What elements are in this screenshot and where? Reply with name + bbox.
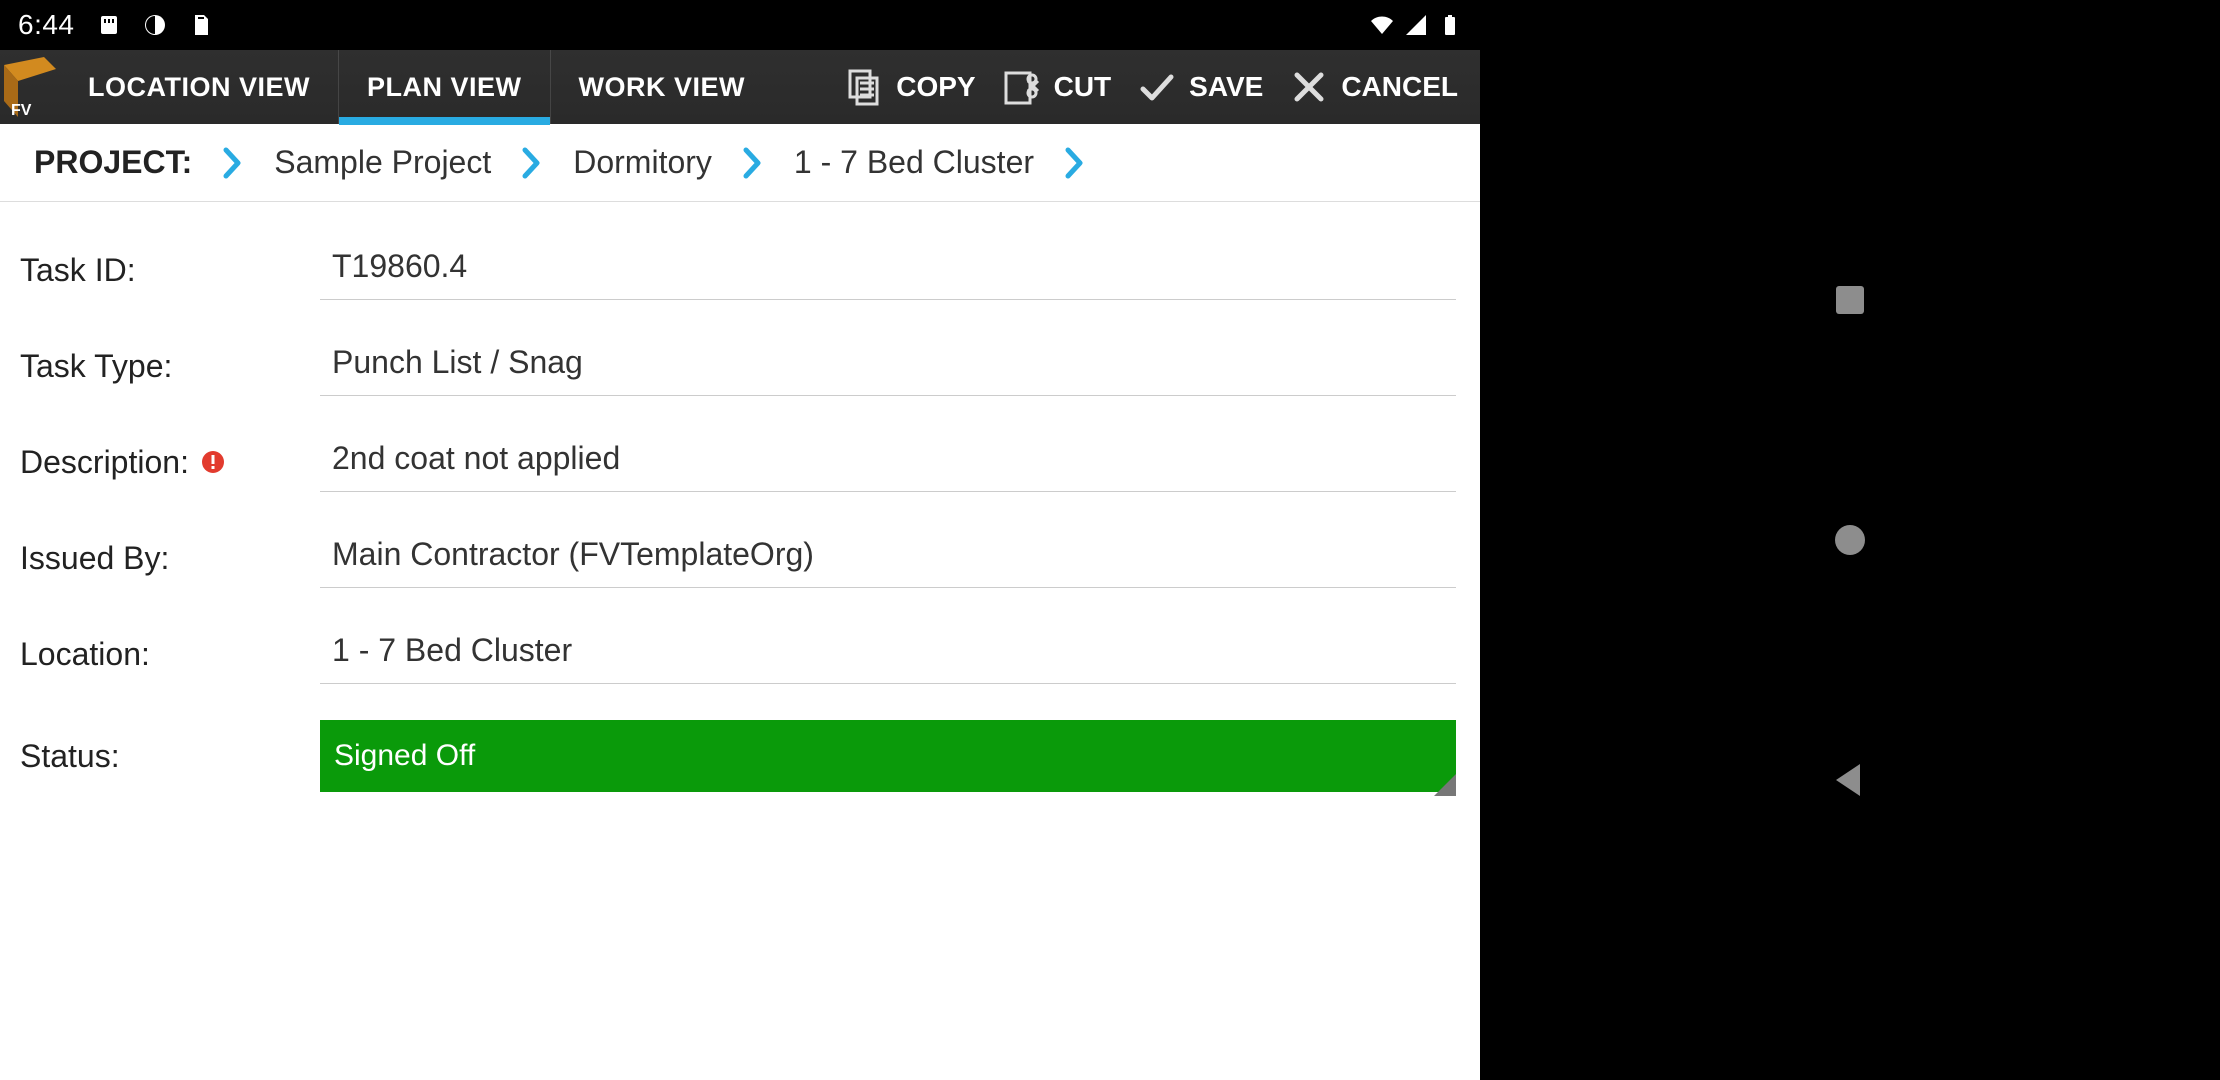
- field-value: Main Contractor (FVTemplateOrg): [332, 536, 814, 573]
- status-dropdown[interactable]: Signed Off: [320, 720, 1456, 792]
- breadcrumb-item[interactable]: Sample Project: [274, 144, 491, 181]
- copy-button[interactable]: COPY: [844, 67, 975, 107]
- cancel-button[interactable]: CANCEL: [1289, 67, 1458, 107]
- cut-icon: [1002, 67, 1042, 107]
- form-row-status: Status: Signed Off: [20, 702, 1456, 810]
- task-form: Task ID: T19860.4 Task Type: Punch List …: [0, 202, 1480, 1080]
- view-tabs: LOCATION VIEW PLAN VIEW WORK VIEW: [60, 50, 773, 124]
- action-label: SAVE: [1189, 71, 1263, 103]
- location-field[interactable]: 1 - 7 Bed Cluster: [320, 624, 1456, 684]
- action-label: CANCEL: [1341, 71, 1458, 103]
- field-label: Task Type:: [20, 348, 172, 384]
- copy-icon: [844, 67, 884, 107]
- notification-icon: [143, 13, 167, 37]
- app-logo[interactable]: FV: [0, 50, 60, 124]
- chevron-right-icon: [222, 146, 244, 180]
- required-icon: [201, 450, 225, 474]
- field-label: Issued By:: [20, 540, 169, 576]
- action-label: COPY: [896, 71, 975, 103]
- check-icon: [1137, 67, 1177, 107]
- dropdown-handle-icon: [1434, 770, 1456, 792]
- chevron-right-icon: [1064, 146, 1086, 180]
- tab-plan-view[interactable]: PLAN VIEW: [338, 50, 550, 124]
- task-id-field[interactable]: T19860.4: [320, 240, 1456, 300]
- form-row-task-type: Task Type: Punch List / Snag: [20, 318, 1456, 414]
- breadcrumb-item[interactable]: 1 - 7 Bed Cluster: [794, 144, 1034, 181]
- tab-location-view[interactable]: LOCATION VIEW: [60, 50, 338, 124]
- status-right: [1370, 13, 1462, 37]
- field-label: Location:: [20, 636, 150, 672]
- wifi-icon: [1370, 13, 1394, 37]
- chevron-right-icon: [521, 146, 543, 180]
- top-bar: FV LOCATION VIEW PLAN VIEW WORK VIEW COP…: [0, 50, 1480, 124]
- issued-by-field[interactable]: Main Contractor (FVTemplateOrg): [320, 528, 1456, 588]
- nav-recent-button[interactable]: [1830, 280, 1870, 320]
- field-value: Punch List / Snag: [332, 344, 583, 381]
- tab-label: LOCATION VIEW: [88, 72, 310, 103]
- tab-label: PLAN VIEW: [367, 72, 522, 103]
- form-row-location: Location: 1 - 7 Bed Cluster: [20, 606, 1456, 702]
- nav-home-button[interactable]: [1830, 520, 1870, 560]
- save-button[interactable]: SAVE: [1137, 67, 1263, 107]
- breadcrumb: PROJECT: Sample Project Dormitory 1 - 7 …: [0, 124, 1480, 202]
- app-viewport: 6:44: [0, 0, 1480, 1080]
- field-value: T19860.4: [332, 248, 467, 285]
- form-row-task-id: Task ID: T19860.4: [20, 222, 1456, 318]
- nav-back-button[interactable]: [1830, 760, 1870, 800]
- field-label: Task ID:: [20, 252, 136, 288]
- field-value: 2nd coat not applied: [332, 440, 620, 477]
- field-value: 1 - 7 Bed Cluster: [332, 632, 572, 669]
- form-row-description: Description: 2nd coat not applied: [20, 414, 1456, 510]
- chevron-right-icon: [742, 146, 764, 180]
- top-actions: COPY CUT SAVE CANCEL: [844, 50, 1480, 124]
- form-row-issued-by: Issued By: Main Contractor (FVTemplateOr…: [20, 510, 1456, 606]
- task-type-field[interactable]: Punch List / Snag: [320, 336, 1456, 396]
- breadcrumb-label: PROJECT:: [34, 144, 192, 181]
- description-field[interactable]: 2nd coat not applied: [320, 432, 1456, 492]
- status-value: Signed Off: [334, 739, 475, 773]
- system-nav-bar: [1480, 0, 2220, 1080]
- action-label: CUT: [1054, 71, 1112, 103]
- sd-card-icon: [97, 13, 121, 37]
- battery-icon: [1438, 13, 1462, 37]
- status-bar: 6:44: [0, 0, 1480, 50]
- signal-icon: [1404, 13, 1428, 37]
- storage-icon: [189, 13, 213, 37]
- close-icon: [1289, 67, 1329, 107]
- status-left: 6:44: [18, 9, 213, 41]
- field-label: Status:: [20, 738, 120, 774]
- tab-label: WORK VIEW: [579, 72, 746, 103]
- clock: 6:44: [18, 9, 75, 41]
- svg-text:FV: FV: [11, 102, 32, 117]
- breadcrumb-item[interactable]: Dormitory: [573, 144, 712, 181]
- tab-work-view[interactable]: WORK VIEW: [550, 50, 774, 124]
- field-label: Description:: [20, 444, 189, 481]
- cut-button[interactable]: CUT: [1002, 67, 1112, 107]
